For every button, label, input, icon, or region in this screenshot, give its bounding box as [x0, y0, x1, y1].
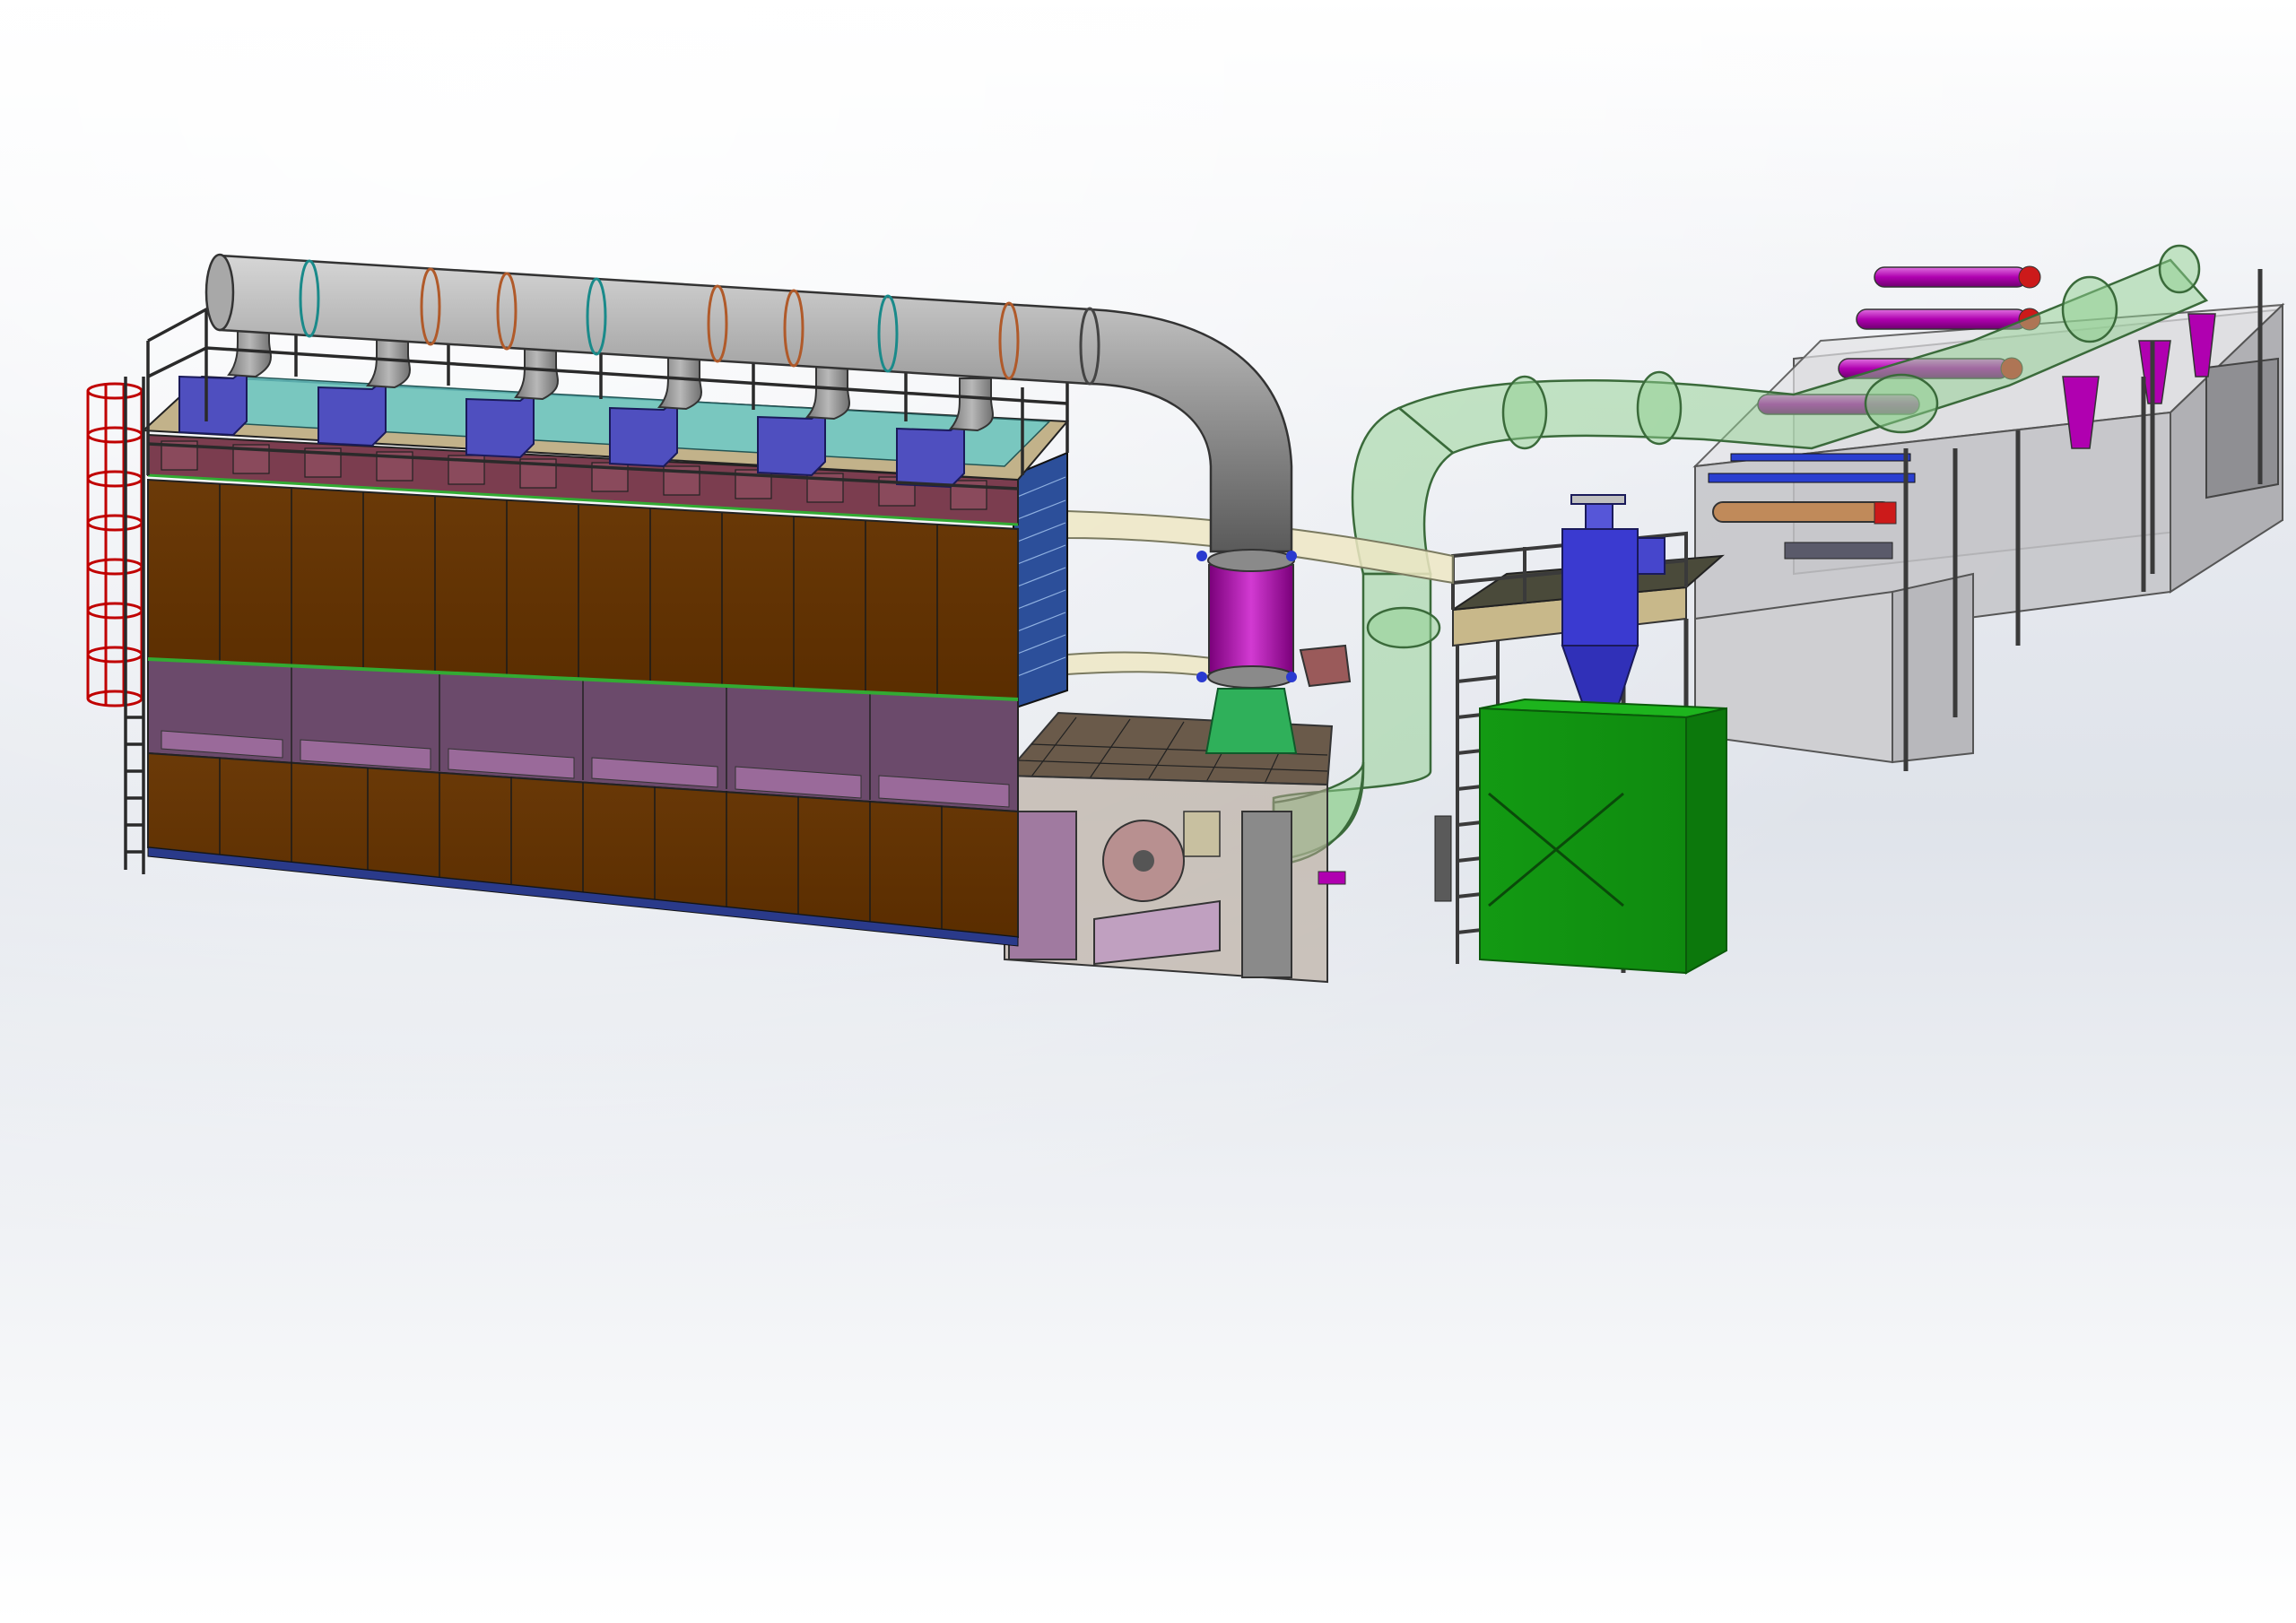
- flange-bolt-4: [1286, 672, 1297, 682]
- magenta-flange-top: [1207, 549, 1295, 572]
- green-duct-ring-1: [1366, 606, 1441, 649]
- baghouse-end-face: [1013, 451, 1068, 710]
- green-duct-ring-3: [1636, 370, 1683, 446]
- magenta-flange-bottom: [1207, 665, 1295, 689]
- green-duct-ring-4: [1864, 373, 1939, 434]
- bin-side: [1685, 707, 1727, 975]
- maroon-elbow: [1299, 644, 1352, 688]
- booth-end-opening: [2205, 357, 2279, 499]
- flange-bolt-1: [1196, 551, 1207, 561]
- cad-viewport[interactable]: [0, 0, 2296, 1623]
- hood-box-4: [609, 396, 678, 468]
- green-duct-ring-5: [2061, 275, 2118, 343]
- flange-bolt-3: [1196, 672, 1207, 682]
- hood-box-3: [465, 387, 535, 459]
- flange-bolt-2: [1286, 551, 1297, 561]
- collection-bin[interactable]: [1479, 698, 1727, 975]
- cyclone-outlet: [1585, 503, 1613, 530]
- booth-pipe-cap-1: [2018, 265, 2041, 289]
- cyclone-body: [1561, 528, 1639, 647]
- booth-rail-blue: [1708, 473, 1916, 483]
- magenta-duct-section: [1208, 564, 1294, 673]
- cyclone-top-plate: [1570, 494, 1626, 505]
- magenta-duct-foot: [1318, 871, 1346, 885]
- booth-roller-brown: [1712, 501, 1893, 523]
- hood-box-2: [317, 376, 387, 447]
- booth-roller-red: [1874, 501, 1897, 525]
- fan-box-door[interactable]: [1008, 811, 1077, 960]
- bin-front: [1479, 707, 1687, 975]
- booth-conveyor: [1784, 542, 1893, 560]
- cad-3d-scene[interactable]: [0, 0, 2296, 1623]
- cyclone-inlet: [1637, 537, 1665, 575]
- side-control-box: [1434, 815, 1452, 902]
- fan-box-side-panel: [1241, 811, 1292, 978]
- green-duct-ring-6: [2158, 244, 2201, 294]
- green-transition-cone: [1205, 688, 1298, 754]
- booth-header-pipe-2: [1856, 308, 2028, 330]
- grey-header-end-cap: [204, 253, 235, 332]
- booth-rail-blue-2: [1730, 453, 1911, 462]
- booth-header-pipe-1: [1874, 266, 2028, 288]
- green-duct-ring-2: [1501, 375, 1548, 450]
- hood-box-1: [178, 365, 248, 437]
